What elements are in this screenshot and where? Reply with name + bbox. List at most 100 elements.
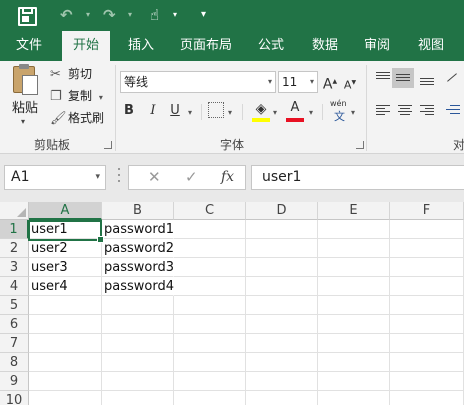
cell-f8[interactable] — [390, 353, 464, 372]
paste-dropdown-icon[interactable]: ▾ — [21, 117, 25, 126]
cell-a5[interactable] — [29, 296, 102, 315]
cell-a6[interactable] — [29, 315, 102, 334]
tab-formulas[interactable]: 公式 — [248, 31, 294, 61]
bottom-align-icon[interactable] — [420, 75, 434, 87]
cell-a4[interactable]: user4 — [29, 277, 102, 296]
cell-c5[interactable] — [174, 296, 246, 315]
cell-c1[interactable] — [174, 220, 246, 239]
clipboard-launcher-icon[interactable] — [104, 141, 112, 149]
cell-f1[interactable] — [390, 220, 464, 239]
row-header-6[interactable]: 6 — [0, 315, 29, 334]
row-header-4[interactable]: 4 — [0, 277, 29, 296]
cell-a8[interactable] — [29, 353, 102, 372]
cell-c3[interactable] — [174, 258, 246, 277]
font-name-combo[interactable]: 等线 ▾ — [120, 71, 276, 93]
cell-d10[interactable] — [246, 391, 318, 405]
font-size-combo[interactable]: 11 ▾ — [278, 71, 318, 93]
touch-mode-icon[interactable]: ☝ — [150, 6, 168, 24]
align-right-icon[interactable] — [420, 105, 434, 117]
cell-b1[interactable]: password1 — [102, 220, 174, 239]
grow-font-button[interactable]: A▲ — [322, 72, 338, 93]
column-header-c[interactable]: C — [174, 202, 246, 220]
tab-home[interactable]: 开始 — [62, 31, 110, 61]
cell-b5[interactable] — [102, 296, 174, 315]
tab-file[interactable]: 文件 — [6, 31, 52, 61]
column-header-b[interactable]: B — [102, 202, 174, 220]
column-header-a[interactable]: A — [29, 202, 102, 220]
cell-f4[interactable] — [390, 277, 464, 296]
redo-dropdown-icon[interactable]: ▾ — [128, 11, 132, 19]
cell-d2[interactable] — [246, 239, 318, 258]
format-painter-button[interactable]: 🖌格式刷 — [50, 108, 104, 128]
row-header-8[interactable]: 8 — [0, 353, 29, 372]
cell-a3[interactable]: user3 — [29, 258, 102, 277]
cell-e8[interactable] — [318, 353, 390, 372]
tab-insert[interactable]: 插入 — [118, 31, 164, 61]
cell-f6[interactable] — [390, 315, 464, 334]
cell-b10[interactable] — [102, 391, 174, 405]
insert-function-button[interactable]: fx — [221, 166, 234, 189]
cell-e4[interactable] — [318, 277, 390, 296]
cell-b4[interactable]: password4 — [102, 277, 174, 296]
cell-d8[interactable] — [246, 353, 318, 372]
cell-c8[interactable] — [174, 353, 246, 372]
row-header-3[interactable]: 3 — [0, 258, 29, 277]
cell-b6[interactable] — [102, 315, 174, 334]
cell-c10[interactable] — [174, 391, 246, 405]
underline-dropdown-icon[interactable]: ▾ — [188, 108, 192, 117]
orientation-icon[interactable] — [446, 72, 460, 84]
font-color-dropdown-icon[interactable]: ▾ — [309, 108, 313, 117]
row-header-1[interactable]: 1 — [0, 220, 29, 239]
cell-d7[interactable] — [246, 334, 318, 353]
enter-icon[interactable]: ✓ — [185, 166, 198, 189]
cell-a7[interactable] — [29, 334, 102, 353]
column-header-e[interactable]: E — [318, 202, 390, 220]
cell-e3[interactable] — [318, 258, 390, 277]
formula-input[interactable]: user1 — [251, 165, 464, 190]
cell-e5[interactable] — [318, 296, 390, 315]
cell-a10[interactable] — [29, 391, 102, 405]
cell-d6[interactable] — [246, 315, 318, 334]
redo-icon[interactable]: ↷ — [103, 6, 123, 24]
italic-button[interactable]: I — [144, 101, 162, 121]
cell-e9[interactable] — [318, 372, 390, 391]
cell-f3[interactable] — [390, 258, 464, 277]
undo-icon[interactable]: ↶ — [60, 6, 80, 24]
cell-f7[interactable] — [390, 334, 464, 353]
middle-align-button[interactable] — [392, 68, 414, 88]
cell-e2[interactable] — [318, 239, 390, 258]
cell-a2[interactable]: user2 — [29, 239, 102, 258]
cell-f9[interactable] — [390, 372, 464, 391]
shrink-font-button[interactable]: A▼ — [342, 73, 358, 93]
column-header-f[interactable]: F — [390, 202, 464, 220]
undo-dropdown-icon[interactable]: ▾ — [86, 11, 90, 19]
tab-review[interactable]: 审阅 — [354, 31, 400, 61]
font-launcher-icon[interactable] — [356, 141, 364, 149]
save-icon[interactable] — [18, 6, 37, 26]
row-header-10[interactable]: 10 — [0, 391, 29, 405]
bold-button[interactable]: B — [120, 101, 138, 121]
borders-icon[interactable] — [208, 102, 224, 118]
borders-dropdown-icon[interactable]: ▾ — [228, 108, 232, 117]
copy-dropdown-icon[interactable]: ▾ — [99, 93, 103, 102]
row-header-7[interactable]: 7 — [0, 334, 29, 353]
fill-color-dropdown-icon[interactable]: ▾ — [273, 108, 277, 117]
tab-data[interactable]: 数据 — [302, 31, 348, 61]
cell-c6[interactable] — [174, 315, 246, 334]
cell-b7[interactable] — [102, 334, 174, 353]
cell-d4[interactable] — [246, 277, 318, 296]
cell-d3[interactable] — [246, 258, 318, 277]
align-left-icon[interactable] — [376, 105, 390, 117]
cell-f5[interactable] — [390, 296, 464, 315]
cell-e6[interactable] — [318, 315, 390, 334]
select-all-button[interactable] — [0, 202, 29, 220]
row-header-9[interactable]: 9 — [0, 372, 29, 391]
row-header-2[interactable]: 2 — [0, 239, 29, 258]
touch-mode-dropdown-icon[interactable]: ▾ — [173, 11, 177, 19]
cell-c4[interactable] — [174, 277, 246, 296]
cell-c2[interactable] — [174, 239, 246, 258]
cell-b2[interactable]: password2 — [102, 239, 174, 258]
cell-d1[interactable] — [246, 220, 318, 239]
cell-a9[interactable] — [29, 372, 102, 391]
phonetic-dropdown-icon[interactable]: ▾ — [351, 108, 355, 117]
